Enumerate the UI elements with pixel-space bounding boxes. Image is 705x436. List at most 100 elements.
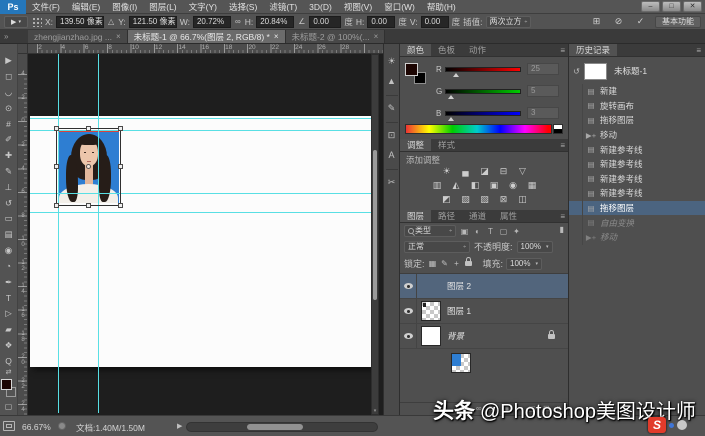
eraser-tool[interactable]: ▭	[0, 211, 18, 227]
filter-pixel-icon[interactable]: ▣	[459, 227, 470, 236]
panel-menu-icon[interactable]: ≡	[560, 139, 565, 152]
rectangular-marquee-tool[interactable]: ◻	[0, 69, 18, 85]
dock-panel-icon-5[interactable]: A	[388, 146, 394, 166]
status-options-arrow[interactable]: ▶	[177, 422, 182, 430]
adjustments-tab[interactable]: 调整	[400, 139, 431, 151]
slider-thumb-icon[interactable]	[453, 73, 459, 77]
history-source-checkbox[interactable]	[569, 186, 583, 201]
close-button[interactable]: ✕	[683, 1, 702, 12]
document-tab[interactable]: zhengjianzhao.jpg ...×	[28, 30, 128, 43]
vertical-scrollbar[interactable]: ▾	[371, 54, 379, 415]
layers-tab[interactable]: 路径	[431, 210, 462, 222]
v-skew-input[interactable]: 0.00	[421, 16, 449, 28]
interpolation-dropdown[interactable]: 两次立方 ÷	[486, 16, 532, 28]
history-brush-tool[interactable]: ↺	[0, 195, 18, 211]
layer-visibility-cell[interactable]	[400, 324, 417, 348]
width-input[interactable]: 20.72%	[193, 16, 231, 28]
crop-tool[interactable]: #	[0, 116, 18, 132]
layer-row[interactable]: 图层 2	[400, 274, 569, 299]
hand-tool[interactable]: ❖	[0, 337, 18, 353]
menu-item[interactable]: 窗口(W)	[378, 0, 421, 14]
minimize-button[interactable]: –	[641, 1, 660, 12]
path-selection-tool[interactable]: ▷	[0, 306, 18, 322]
document-viewport[interactable]: ▾	[28, 54, 383, 415]
color-tab[interactable]: 动作	[462, 44, 493, 56]
workspace-switcher-button[interactable]: 基本功能	[655, 16, 701, 28]
transform-handle-tc[interactable]	[86, 126, 91, 131]
selective-color-icon[interactable]: ◫	[515, 193, 531, 205]
layer-visibility-cell[interactable]	[400, 274, 417, 298]
history-step[interactable]: ▤新建参考线	[569, 172, 705, 187]
history-source-checkbox[interactable]	[569, 142, 583, 157]
history-source-checkbox[interactable]	[569, 230, 583, 245]
color-lookup-icon[interactable]: ▦	[524, 179, 540, 191]
color-spectrum-ramp[interactable]	[405, 124, 552, 134]
zoom-level[interactable]: 66.67%	[22, 422, 51, 432]
spot-healing-brush-tool[interactable]: ✚	[0, 148, 18, 164]
type-tool[interactable]: T	[0, 290, 18, 306]
menu-item[interactable]: 选择(S)	[223, 0, 263, 14]
dodge-tool[interactable]: ◔	[0, 258, 18, 274]
guide-horizontal[interactable]	[30, 118, 371, 119]
relative-position-icon[interactable]: △	[107, 17, 115, 26]
menu-item[interactable]: 文字(Y)	[183, 0, 223, 14]
menu-item[interactable]: 帮助(H)	[421, 0, 462, 14]
layer-visibility-cell[interactable]	[400, 299, 417, 323]
layer-row[interactable]: 背景	[400, 324, 569, 349]
history-step[interactable]: ▶+移动	[569, 128, 705, 143]
history-source-checkbox[interactable]	[569, 128, 583, 143]
slider-thumb-icon[interactable]	[448, 95, 454, 99]
filter-adjustment-icon[interactable]: ◐	[472, 227, 483, 236]
commit-transform-button[interactable]: ✓	[634, 16, 647, 27]
dock-panel-icon-1[interactable]: ☀	[387, 52, 395, 72]
horizontal-scrollbar[interactable]	[186, 422, 378, 432]
guide-horizontal[interactable]	[30, 212, 371, 213]
menu-item[interactable]: 3D(D)	[303, 0, 338, 14]
guide-vertical[interactable]	[58, 54, 59, 413]
free-transform-bounding-box[interactable]	[56, 128, 121, 206]
visibility-eye-icon[interactable]	[404, 283, 413, 289]
gradient-tool[interactable]: ▤	[0, 227, 18, 243]
horizontal-scrollbar-thumb[interactable]	[247, 424, 303, 430]
quick-selection-tool[interactable]: ⊙	[0, 100, 18, 116]
history-source-checkbox[interactable]	[569, 157, 583, 172]
filter-type-icon[interactable]: T	[485, 227, 496, 236]
slider-thumb-icon[interactable]	[448, 117, 454, 121]
blend-mode-dropdown[interactable]: 正常 ÷	[404, 241, 470, 253]
fill-input[interactable]: 100% ▾	[506, 258, 542, 270]
history-source-checkbox[interactable]	[569, 215, 583, 230]
channel-mixer-icon[interactable]: ◉	[505, 179, 521, 191]
clone-stamp-tool[interactable]: ⊥	[0, 179, 18, 195]
lasso-tool[interactable]: ◡	[0, 85, 18, 101]
horizontal-ruler[interactable]: 246810121416182022242628	[28, 44, 383, 54]
maximize-button[interactable]: □	[662, 1, 681, 12]
dock-panel-icon-4[interactable]: ⊡	[388, 126, 396, 146]
tab-close-icon[interactable]: ×	[274, 32, 279, 41]
curves-icon[interactable]: ◪	[477, 165, 493, 177]
link-dimensions-icon[interactable]: ∞	[234, 17, 242, 26]
transform-handle-bc[interactable]	[86, 203, 91, 208]
warp-mode-button[interactable]: ⊞	[590, 16, 603, 27]
menu-item[interactable]: 编辑(E)	[66, 0, 106, 14]
layer-thumbnail[interactable]	[421, 301, 441, 321]
color-tab[interactable]: 色板	[431, 44, 462, 56]
lock-transparency-icon[interactable]: ▦	[428, 259, 438, 268]
zoom-tool[interactable]: Q	[0, 353, 18, 369]
vibrance-icon[interactable]: ▽	[515, 165, 531, 177]
invert-icon[interactable]: ◩	[439, 193, 455, 205]
menu-item[interactable]: 图像(I)	[106, 0, 143, 14]
layers-tab[interactable]: 图层	[400, 210, 431, 222]
cancel-transform-button[interactable]: ⊘	[612, 16, 625, 27]
layer-filter-dropdown[interactable]: 类型 ÷	[404, 225, 456, 237]
channel-value-input[interactable]: 25	[527, 63, 559, 75]
rotation-input[interactable]: 0.00	[309, 16, 341, 28]
vertical-scrollbar-thumb[interactable]	[373, 150, 377, 300]
history-step[interactable]: ▤新建参考线	[569, 157, 705, 172]
panel-menu-icon[interactable]: ≡	[560, 44, 565, 57]
toolbar-collapse-icon[interactable]: »	[4, 30, 8, 43]
layer-name[interactable]: 图层 2	[447, 280, 569, 292]
history-source-checkbox[interactable]	[569, 84, 583, 99]
dock-panel-icon-2[interactable]: ▲	[387, 72, 396, 92]
history-step[interactable]: ▤新建	[569, 84, 705, 99]
tab-close-icon[interactable]: ×	[116, 32, 121, 41]
